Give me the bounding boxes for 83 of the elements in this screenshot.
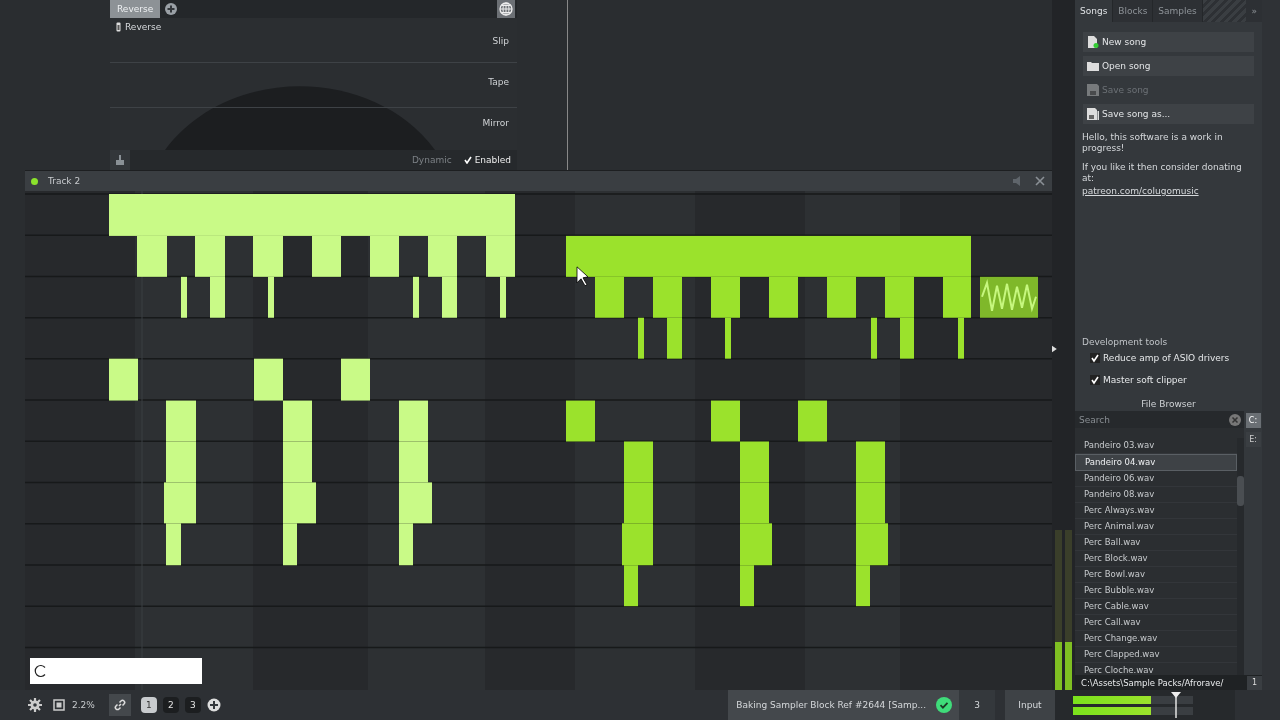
sample-block[interactable] (254, 358, 283, 401)
spinner-icon (34, 664, 48, 678)
chip-icon (52, 698, 66, 712)
waveform-block[interactable] (980, 276, 1038, 318)
scrollbar[interactable] (1237, 438, 1244, 675)
donate-text: If you like it then consider donating at: (1082, 162, 1243, 184)
checkmark-icon (463, 156, 472, 164)
brush-icon[interactable] (110, 150, 130, 170)
checkbox-icon (1090, 353, 1100, 363)
sample-block[interactable] (166, 523, 181, 566)
file-list-item[interactable]: Perc Bubble.wav (1075, 583, 1237, 599)
task-count: 3 (959, 690, 995, 720)
dev-option-checkbox[interactable]: Master soft clipper (1090, 375, 1262, 385)
link-icon (112, 698, 127, 712)
page-button[interactable]: 1 (1247, 675, 1262, 690)
check-circle-icon (936, 697, 952, 713)
mode-label[interactable]: Mirror (482, 118, 509, 128)
task-label: Baking Sampler Block Ref #2644 [Samp... (736, 700, 926, 710)
file-list-item[interactable]: Pandeiro 04.wav (1075, 454, 1237, 471)
mode-label[interactable]: Slip (492, 36, 509, 46)
drive-button[interactable]: E: (1245, 432, 1261, 447)
dev-tools-title: Development tools (1082, 337, 1169, 347)
page-tab[interactable]: 2 (162, 697, 179, 713)
file-list-item[interactable]: Perc Block.wav (1075, 551, 1237, 567)
file-list-item[interactable]: Pandeiro 06.wav (1075, 471, 1237, 487)
sample-block[interactable] (109, 358, 138, 401)
mouse-cursor-icon (576, 266, 589, 287)
enabled-checkbox[interactable]: Enabled (463, 155, 511, 165)
link-button[interactable] (108, 694, 131, 716)
sidebar-tab[interactable]: Blocks (1113, 0, 1154, 22)
sidebar-tab[interactable]: Songs (1075, 0, 1114, 22)
volume-marker-icon[interactable] (1171, 692, 1181, 718)
sample-block[interactable] (341, 358, 370, 401)
drive-button[interactable]: C: (1245, 413, 1261, 428)
file-list-item[interactable]: Perc Bowl.wav (1075, 567, 1237, 583)
globe-icon[interactable] (497, 0, 515, 18)
add-icon[interactable] (164, 2, 179, 16)
dev-option-checkbox[interactable]: Reduce amp of ASIO drivers (1090, 353, 1262, 363)
file-list-item[interactable]: Perc Change.wav (1075, 631, 1237, 647)
sample-block[interactable] (283, 523, 297, 566)
add-icon[interactable] (206, 698, 221, 712)
folder-icon (1087, 60, 1099, 72)
file-list-item[interactable]: Perc Clapped.wav (1075, 647, 1237, 663)
song-action-button[interactable]: New song (1083, 32, 1254, 52)
sample-block[interactable] (871, 317, 877, 359)
file-list-item[interactable]: Perc Call.wav (1075, 615, 1237, 631)
input-button[interactable]: Input (1005, 690, 1055, 720)
track-active-dot[interactable] (31, 177, 38, 185)
file-browser-title: File Browser (1141, 399, 1196, 409)
file-list-item[interactable]: Perc Cable.wav (1075, 599, 1237, 615)
notice-text: Hello, this software is a work in progress! (1082, 132, 1224, 154)
cpu-usage: 2.2% (72, 700, 95, 710)
sample-block[interactable] (638, 317, 644, 359)
sample-block[interactable] (740, 565, 754, 607)
close-icon[interactable] (1034, 175, 1046, 187)
patreon-link[interactable]: patreon.com/colugomusic (1082, 186, 1255, 196)
path-text: C:\Assets\Sample Packs/Afrorave/ (1080, 677, 1225, 688)
sidebar-tab[interactable]: Samples (1153, 0, 1203, 22)
new-file-icon (1087, 36, 1099, 48)
mode-label[interactable]: Tape (488, 77, 509, 87)
parameter-label: Reverse (125, 22, 162, 32)
file-list-item[interactable]: Perc Always.wav (1075, 503, 1237, 519)
file-list-item[interactable]: Perc Animal.wav (1075, 519, 1237, 535)
search-field[interactable]: Search (1075, 411, 1244, 428)
page-tab[interactable]: 3 (184, 697, 201, 713)
sample-block[interactable] (624, 565, 638, 607)
sample-block[interactable] (413, 276, 419, 318)
page-tab[interactable]: 1 (140, 697, 157, 713)
sample-block[interactable] (181, 276, 187, 318)
file-list-item[interactable]: Pandeiro 08.wav (1075, 487, 1237, 503)
sample-block[interactable] (856, 565, 870, 607)
track-name: Track 2 (48, 176, 81, 186)
sample-block[interactable] (566, 235, 971, 277)
dynamic-label[interactable]: Dynamic (411, 155, 452, 165)
song-action-button[interactable]: Save song as... (1083, 104, 1254, 124)
settings-icon[interactable] (28, 698, 42, 712)
song-action-button[interactable]: Open song (1083, 56, 1254, 76)
checkbox-icon (1090, 375, 1100, 385)
sample-block[interactable] (399, 523, 413, 566)
slider-icon[interactable] (116, 22, 121, 32)
tab-bar-filler (1202, 0, 1247, 22)
clear-icon[interactable] (1229, 413, 1241, 426)
file-list-item[interactable]: Perc Ball.wav (1075, 535, 1237, 551)
